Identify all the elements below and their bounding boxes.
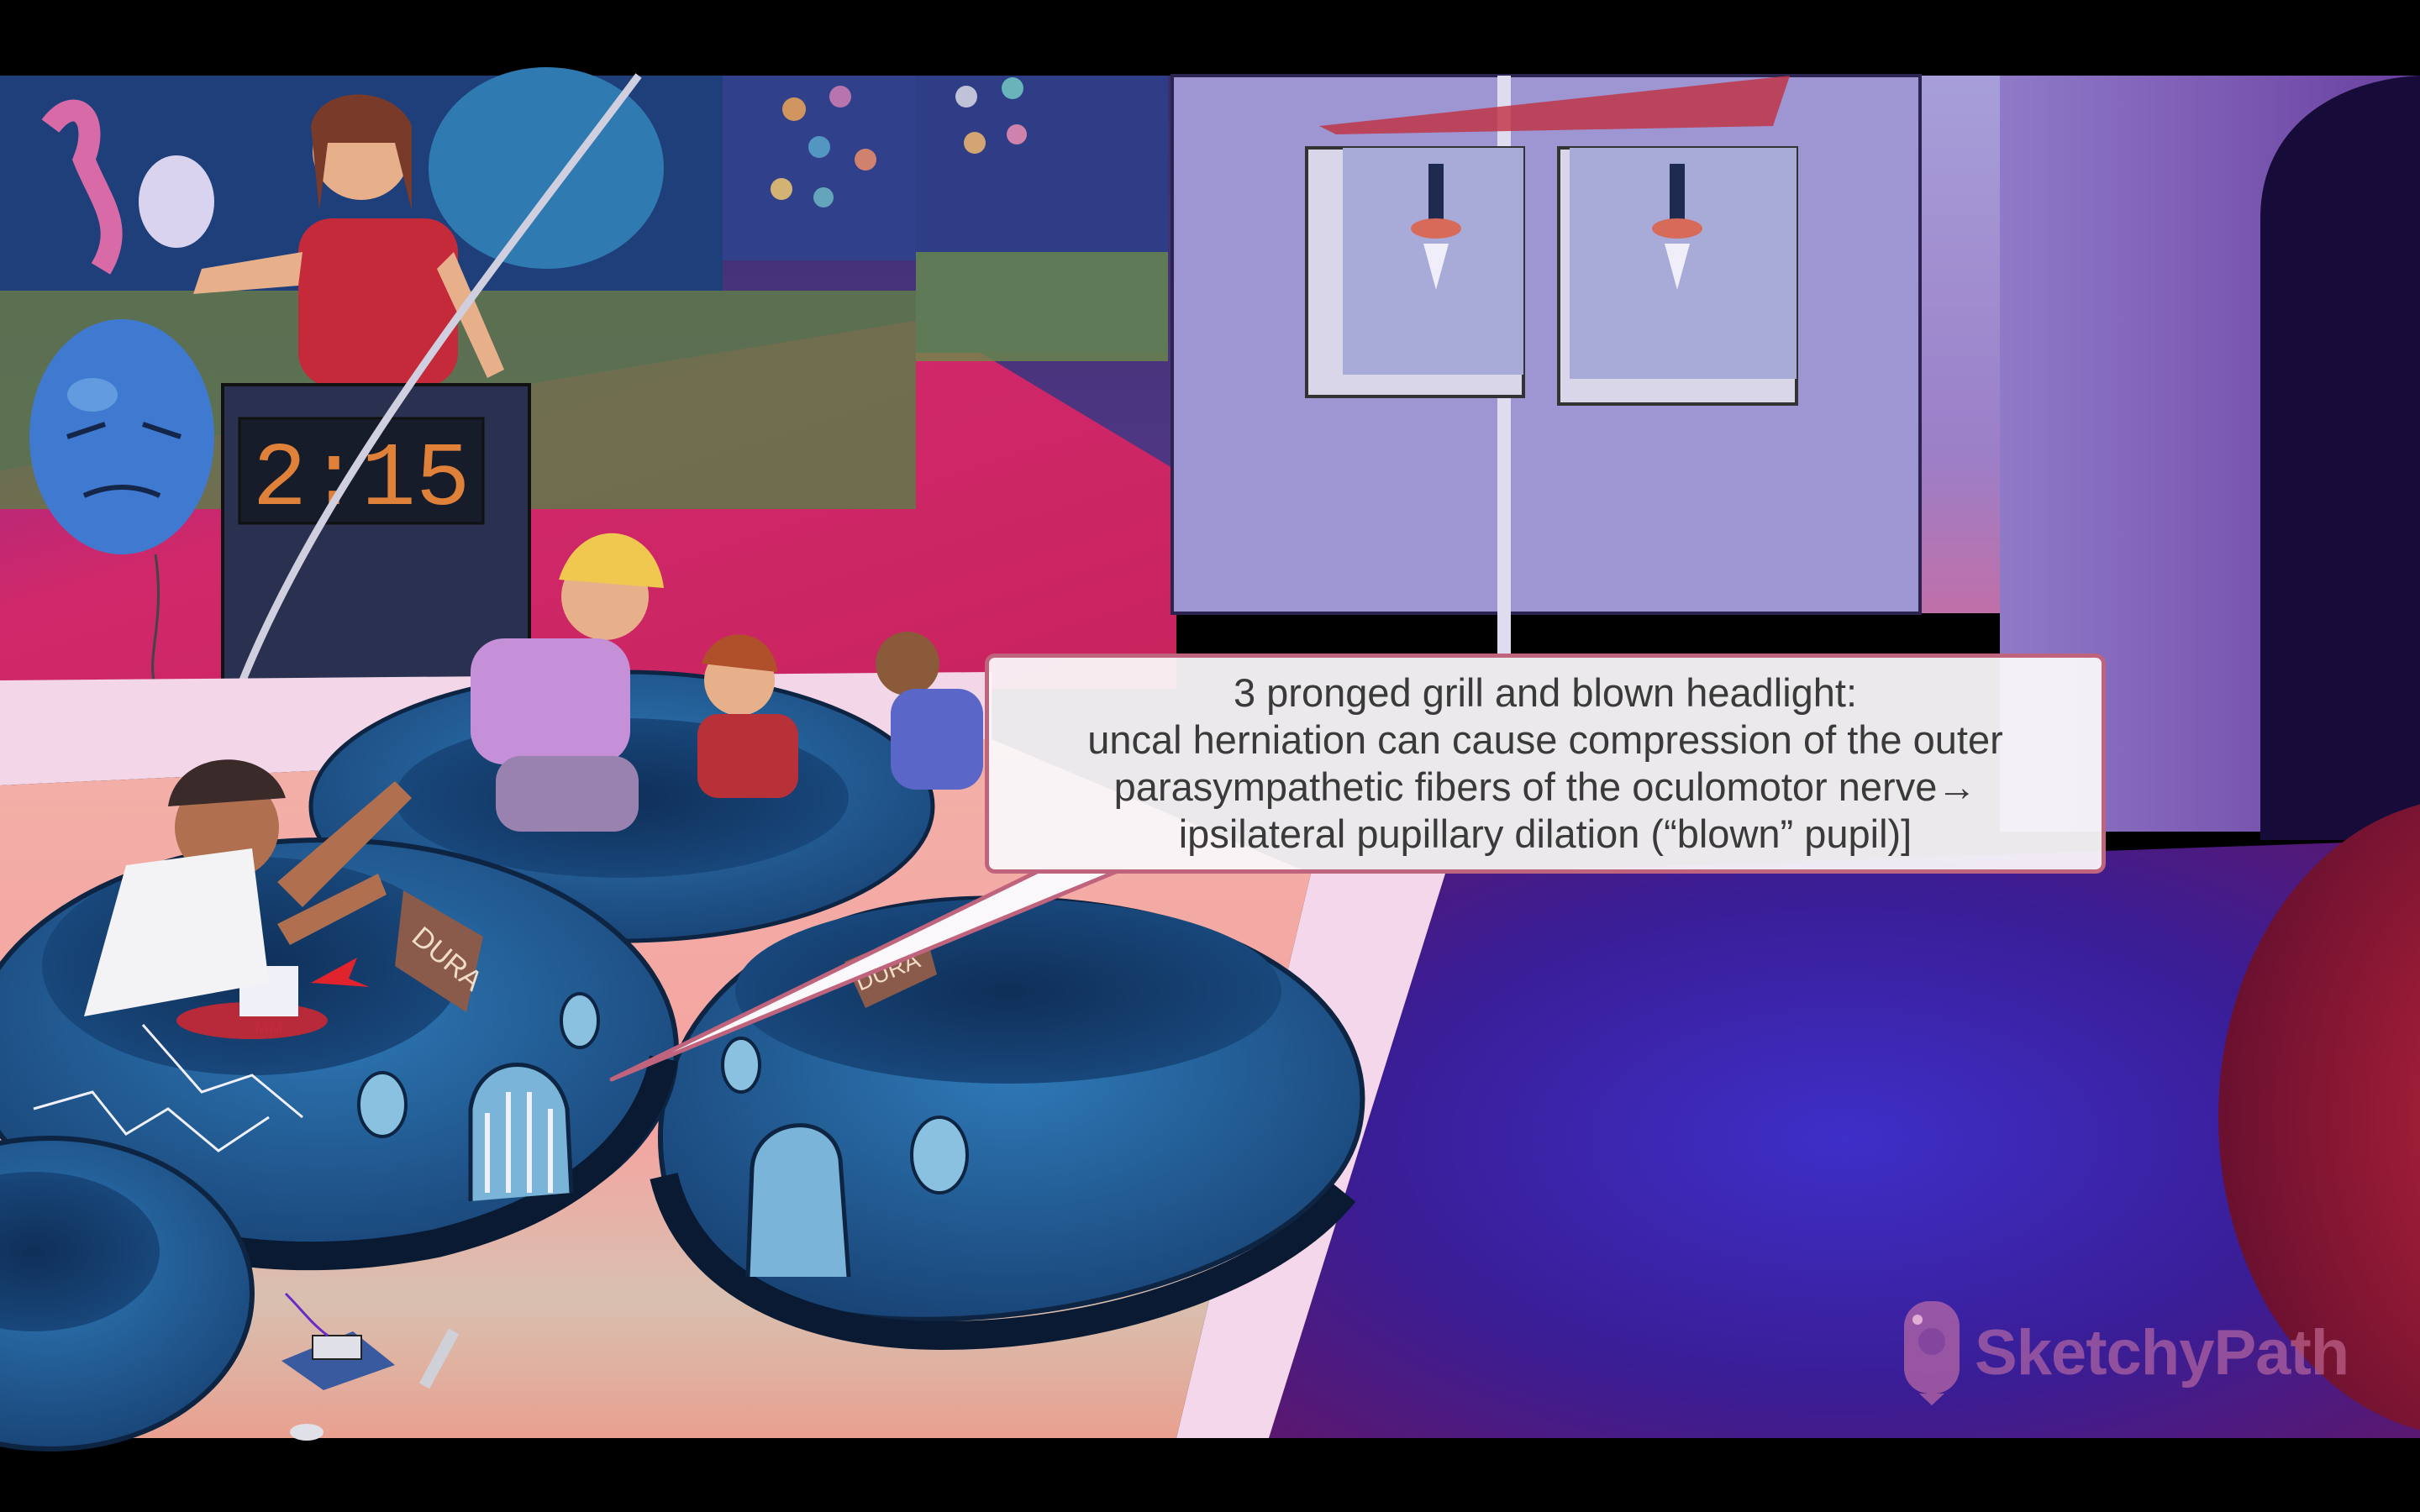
video-frame: 2:15 DURA DURA MM 3 pronged grill and bl… [0,0,2420,1512]
caption-line-1: 3 pronged grill and blown headlight: [1233,670,1858,715]
caption-line-2: uncal herniation can cause compression o… [1087,717,2003,762]
double-doors [1171,74,1922,615]
sketchy-logo-icon [1904,1301,1960,1405]
letterbox-top [0,0,2420,76]
sketchypath-watermark: SketchyPath [1901,1294,2349,1411]
stuffed-bunny [139,155,214,248]
caption-callout: 3 pronged grill and blown headlight: unc… [985,654,2106,874]
dark-archway [2260,76,2420,840]
door-window-right [1557,146,1798,406]
kart-badge: MM [255,1019,282,1037]
watermark-text: SketchyPath [1975,1316,2349,1389]
caption-line-3: parasympathetic fibers of the oculomotor… [1113,764,1977,809]
booth-counter-2 [916,252,1168,361]
bumper-kart-right: DURA [650,895,1365,1351]
stuffed-elephant [429,67,664,269]
door-window-left [1305,146,1525,398]
booth-panel-1 [723,76,916,260]
letterbox-bottom [0,1438,2420,1512]
timer-readout: 2:15 [252,429,470,532]
caption-line-4: ipsilateral pupillary dilation (“blown” … [1178,811,1912,856]
